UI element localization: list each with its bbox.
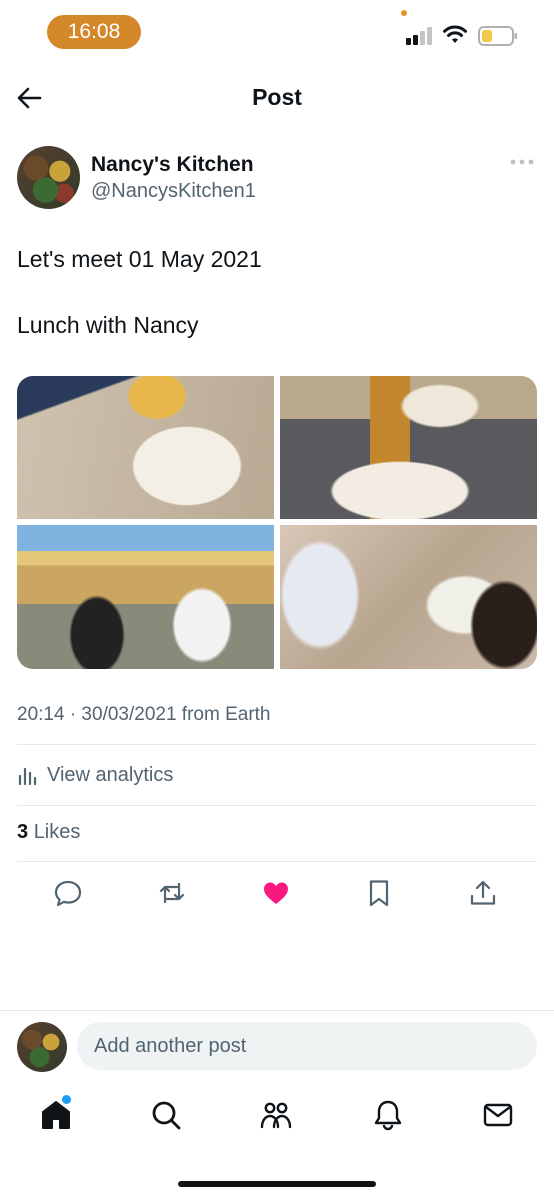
media-grid [17,376,537,669]
likes-count: 3 [17,821,29,843]
post-text-line-2: Lunch with Nancy [17,312,199,338]
home-indicator [178,1181,376,1187]
bottom-nav [0,1092,554,1142]
signal-icon [406,27,432,45]
divider [17,861,537,862]
author-name[interactable]: Nancy's Kitchen [91,153,254,177]
likes-summary[interactable]: 3 Likes [17,821,80,844]
divider [17,805,537,806]
author-handle[interactable]: @NancysKitchen1 [91,180,256,203]
post-text-line-1: Let's meet 01 May 2021 [17,246,262,272]
reply-input[interactable] [77,1022,537,1070]
view-analytics-link[interactable]: View analytics [17,760,173,790]
share-icon[interactable] [468,878,498,908]
media-photo-1[interactable] [17,376,274,519]
status-time: 16:08 [47,15,141,49]
communities-icon[interactable] [259,1098,293,1132]
status-bar: 16:08 [0,0,554,62]
search-icon[interactable] [149,1098,183,1132]
likes-label: Likes [33,821,81,843]
page-title: Post [252,84,302,110]
repost-icon[interactable] [157,878,187,908]
header: Post [0,70,554,128]
media-photo-2[interactable] [280,376,537,519]
messages-icon[interactable] [481,1098,515,1132]
battery-icon [478,26,517,46]
post-author: Nancy's Kitchen @NancysKitchen1 [17,146,537,212]
home-unread-dot [62,1095,71,1104]
author-avatar[interactable] [17,146,80,209]
analytics-label: View analytics [47,763,174,786]
composer-avatar [17,1022,67,1072]
more-horizontal-icon[interactable] [509,154,535,170]
divider [17,744,537,745]
camera-indicator-dot [401,10,407,16]
bookmark-icon[interactable] [364,878,394,908]
media-photo-3[interactable] [17,525,274,669]
reply-icon[interactable] [53,878,83,908]
analytics-icon [18,767,37,786]
notifications-icon[interactable] [371,1098,405,1132]
media-photo-4[interactable] [280,525,537,669]
wifi-icon [443,25,467,43]
heart-icon[interactable] [261,878,291,908]
post-action-bar [0,874,554,914]
composer-divider [0,1010,554,1011]
post-timestamp: 20:14 · 30/03/2021 from Earth [17,704,271,725]
